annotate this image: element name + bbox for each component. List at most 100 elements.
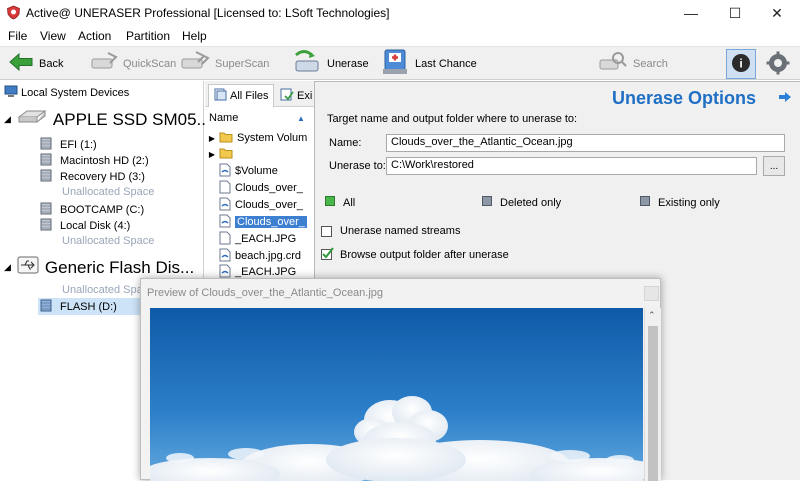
tree-header[interactable]: Local System Devices [4, 85, 129, 101]
partition-icon [40, 299, 52, 315]
svg-text:i: i [739, 56, 742, 70]
app-logo-icon [6, 5, 21, 23]
tree-partition-efi[interactable]: EFI (1:) [40, 137, 97, 153]
close-button[interactable]: ✕ [754, 0, 800, 26]
preview-close-button[interactable] [644, 286, 659, 301]
quickscan-button[interactable]: QuickScan [90, 47, 176, 80]
collapsed-arrow-icon: ▶ [208, 149, 216, 159]
expanded-arrow-icon: ◢ [4, 114, 11, 124]
minimize-button[interactable]: — [668, 0, 714, 26]
deleted-file-icon [219, 214, 231, 230]
expanded-arrow-icon: ◢ [4, 262, 11, 272]
tree-partition-macintosh-hd[interactable]: Macintosh HD (2:) [40, 153, 149, 169]
help-icon: i [730, 52, 752, 77]
file-row[interactable]: Clouds_over_ [205, 197, 315, 213]
section-label: Target name and output folder where to u… [327, 113, 578, 125]
preview-title: Preview of Clouds_over_the_Atlantic_Ocea… [147, 287, 384, 299]
partition-icon [40, 153, 52, 169]
drive-superscan-icon [180, 51, 210, 76]
filter-deleted-only[interactable]: Deleted only [482, 196, 561, 209]
file-row[interactable]: Clouds_over_ [205, 180, 315, 196]
toolbar: Back QuickScan SuperScan Unerase Last Ch… [0, 46, 800, 80]
file-row[interactable]: beach.jpg.crd [205, 248, 315, 264]
tree-unallocated-space[interactable]: Unallocated Space [62, 235, 154, 247]
tree-device-apple-ssd[interactable]: ◢ APPLE SSD SM05... [4, 109, 211, 130]
maximize-button[interactable]: ☐ [712, 0, 758, 26]
partition-icon [40, 169, 52, 185]
file-row-selected[interactable]: Clouds_over_ [205, 214, 315, 230]
scrollbar-thumb[interactable] [648, 326, 658, 481]
deleted-file-icon [219, 197, 231, 213]
collapsed-arrow-icon: ▶ [208, 133, 216, 143]
menu-partition[interactable]: Partition [126, 29, 170, 43]
column-header-name[interactable]: Name ▲ [205, 110, 315, 126]
superscan-button[interactable]: SuperScan [180, 47, 269, 80]
tree-partition-bootcamp[interactable]: BOOTCAMP (C:) [40, 202, 144, 218]
preview-scrollbar[interactable]: ⌃ [644, 308, 661, 481]
tree-partition-local-disk[interactable]: Local Disk (4:) [40, 218, 130, 234]
file-row[interactable]: ▶ [205, 146, 315, 162]
menu-bar: File View Action Partition Help [0, 26, 800, 46]
gear-icon [766, 51, 790, 78]
search-drive-icon [598, 51, 628, 76]
deleted-file-icon [219, 163, 231, 179]
about-button[interactable]: i [726, 49, 756, 79]
window-title: Active@ UNERASER Professional [Licensed … [26, 6, 390, 20]
filter-existing-only[interactable]: Existing only [640, 196, 720, 209]
menu-help[interactable]: Help [182, 29, 207, 43]
deleted-file-icon [219, 248, 231, 264]
computer-icon [4, 85, 18, 101]
tree-unallocated-space[interactable]: Unallocated Space [62, 186, 154, 198]
folder-icon [219, 131, 233, 146]
menu-action[interactable]: Action [78, 29, 111, 43]
output-folder-input[interactable]: C:\Work\restored [386, 157, 757, 175]
panel-title: Unerase Options [611, 88, 756, 108]
name-label: Name: [329, 137, 362, 149]
last-chance-button[interactable]: Last Chance [380, 47, 477, 80]
file-row[interactable]: ▶ System Volum [205, 130, 315, 146]
tab-all-files[interactable]: All Files [208, 84, 274, 107]
title-bar: Active@ UNERASER Professional [Licensed … [0, 0, 800, 26]
last-chance-icon [380, 48, 410, 79]
tree-partition-recovery-hd[interactable]: Recovery HD (3:) [40, 169, 145, 185]
tree-unallocated-space[interactable]: Unallocated Spa [62, 284, 143, 296]
filter-all[interactable]: All [325, 196, 355, 209]
checkmark-icon [321, 247, 334, 263]
file-row[interactable]: _EACH.JPG [205, 231, 315, 247]
menu-file[interactable]: File [8, 29, 27, 43]
panel-arrow-icon[interactable] [778, 91, 792, 106]
unerase-button[interactable]: Unerase [292, 47, 369, 80]
file-icon [219, 231, 231, 247]
gray-square-icon [482, 196, 492, 209]
gray-square-icon [640, 196, 650, 209]
disk-icon [17, 109, 47, 130]
existing-files-icon [280, 88, 294, 104]
tree-device-generic-flash[interactable]: ◢ Generic Flash Dis... [4, 256, 194, 279]
drive-scan-icon [90, 51, 118, 76]
scroll-up-icon[interactable]: ⌃ [648, 310, 656, 321]
menu-view[interactable]: View [40, 29, 66, 43]
browse-after-checkbox[interactable]: Browse output folder after unerase [321, 247, 509, 263]
tree-partition-flash[interactable]: FLASH (D:) [38, 298, 150, 315]
back-button[interactable]: Back [8, 47, 63, 80]
unerase-to-label: Unerase to: [329, 160, 386, 172]
search-button[interactable]: Search [598, 47, 668, 80]
named-streams-checkbox[interactable]: Unerase named streams [321, 225, 460, 237]
name-input[interactable]: Clouds_over_the_Atlantic_Ocean.jpg [386, 134, 785, 152]
partition-icon [40, 218, 52, 234]
checkbox-unchecked [321, 225, 332, 237]
settings-button[interactable] [764, 50, 792, 78]
file-row[interactable]: $Volume [205, 163, 315, 179]
partition-icon [40, 202, 52, 218]
browse-folder-button[interactable]: ... [763, 156, 785, 176]
sort-ascending-icon: ▲ [297, 113, 305, 123]
folder-icon [219, 147, 233, 162]
files-icon [213, 88, 227, 104]
usb-icon [17, 256, 39, 279]
preview-image [150, 308, 643, 481]
partition-icon [40, 137, 52, 153]
file-icon [219, 180, 231, 196]
tab-existing[interactable]: Exi [280, 86, 312, 106]
unerase-icon [292, 49, 322, 78]
back-arrow-icon [8, 52, 34, 75]
